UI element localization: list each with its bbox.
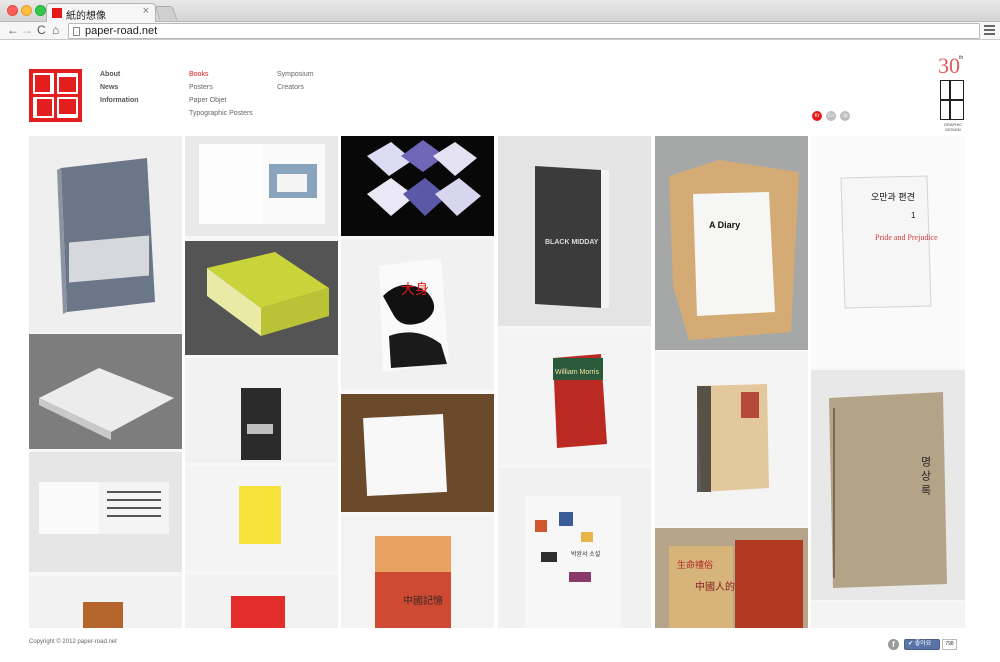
home-icon[interactable]: ⌂: [52, 23, 59, 38]
back-arrow-icon[interactable]: ←: [7, 23, 19, 38]
anniversary-caption: GRAPHIC DESIGN: [943, 122, 963, 132]
address-bar[interactable]: paper-road.net: [68, 23, 980, 39]
lang-jp-button[interactable]: Jp: [840, 111, 850, 121]
grid-tile[interactable]: 박완서 소설: [498, 468, 651, 628]
nav-extra: Symposium Creators: [277, 68, 314, 94]
site-logo[interactable]: [29, 69, 82, 122]
book-grid: 大身 中國記憶 BLACK MIDDAY William Morris 박완서 …: [29, 136, 965, 628]
grid-tile[interactable]: [811, 602, 965, 628]
zoom-window-button[interactable]: [35, 5, 46, 16]
grid-tile[interactable]: [29, 334, 182, 449]
anniversary-suffix: th: [959, 55, 964, 61]
grid-tile[interactable]: 오만과 편견 1 Pride and Prejudice: [811, 136, 965, 368]
grid-tile[interactable]: [185, 358, 338, 463]
reload-icon[interactable]: C: [37, 23, 46, 38]
browser-toolbar: ← → C ⌂ paper-road.net: [0, 22, 1000, 40]
anniversary-mark-icon: [940, 80, 964, 120]
grid-tile[interactable]: A Diary: [655, 136, 808, 350]
pride-volume: 1: [911, 211, 916, 220]
url-text[interactable]: paper-road.net: [85, 25, 157, 38]
grid-tile[interactable]: 大身: [341, 239, 494, 389]
grid-tile[interactable]: [29, 452, 182, 572]
lang-cn-button[interactable]: Cn: [826, 111, 836, 121]
anniversary-number: 30: [938, 53, 960, 78]
nav-primary: About News Information: [100, 68, 139, 107]
chinese-title: 中國人的: [695, 580, 735, 593]
nav-item-posters[interactable]: Posters: [189, 81, 253, 94]
grid-tile[interactable]: [185, 466, 338, 571]
book-grid-canvas: 大身 中國記憶 BLACK MIDDAY William Morris 박완서 …: [29, 136, 965, 628]
nav-item-creators[interactable]: Creators: [277, 81, 314, 94]
nav-item-books[interactable]: Books: [189, 68, 253, 81]
anniversary-logo[interactable]: 30 th GRAPHIC DESIGN: [938, 53, 968, 132]
tab-close-icon[interactable]: ×: [143, 5, 149, 17]
nav-item-news[interactable]: News: [100, 81, 139, 94]
nav-works: Books Posters Paper Objet Typographic Po…: [189, 68, 253, 120]
nav-item-symposium[interactable]: Symposium: [277, 68, 314, 81]
menu-icon[interactable]: [984, 25, 995, 35]
grid-tile[interactable]: 中國記憶: [341, 516, 494, 628]
grid-tile[interactable]: [29, 576, 182, 628]
pride-korean-title: 오만과 편견: [871, 191, 915, 202]
forward-arrow-icon[interactable]: →: [21, 23, 33, 38]
grid-tile[interactable]: [185, 241, 338, 355]
nav-item-paper-objet[interactable]: Paper Objet: [189, 94, 253, 107]
nav-item-about[interactable]: About: [100, 68, 139, 81]
grid-tile[interactable]: BLACK MIDDAY: [498, 136, 651, 326]
korean-book-title: 박완서 소설: [571, 550, 600, 558]
grid-tile[interactable]: [185, 574, 338, 628]
like-button[interactable]: ✔ 좋아요: [904, 639, 940, 650]
nav-item-information[interactable]: Information: [100, 94, 139, 107]
vertical-korean-title: 명 상 록: [919, 456, 931, 495]
grid-tile[interactable]: [655, 352, 808, 526]
pride-english-title: Pride and Prejudice: [875, 233, 938, 242]
grid-tile[interactable]: 生命禮俗 中國人的: [655, 528, 808, 628]
new-tab-button[interactable]: [154, 6, 178, 20]
footer-copyright: Copyright © 2012 paper-road.net: [29, 639, 117, 645]
browser-tab[interactable]: 紙的想像 ×: [46, 3, 156, 22]
daishin-title: 大身: [401, 281, 429, 297]
black-midday-title: BLACK MIDDAY: [545, 239, 599, 246]
like-count: 798: [942, 639, 957, 650]
favicon-icon: [52, 8, 62, 18]
close-window-button[interactable]: [7, 5, 18, 16]
grid-tile[interactable]: William Morris: [498, 329, 651, 465]
page: About News Information Books Posters Pap…: [0, 40, 1000, 662]
seimei-title: 生命禮俗: [677, 559, 713, 570]
page-icon: [73, 27, 80, 36]
lang-kr-button[interactable]: Kr: [812, 111, 822, 121]
minimize-window-button[interactable]: [21, 5, 32, 16]
grid-tile[interactable]: [341, 136, 494, 236]
browser-titlebar: 紙的想像 ×: [0, 0, 1000, 22]
a-diary-title: A Diary: [709, 220, 740, 230]
facebook-icon[interactable]: f: [888, 639, 899, 650]
kiroku-title: 中國記憶: [403, 594, 443, 607]
nav-item-typographic-posters[interactable]: Typographic Posters: [189, 107, 253, 120]
william-morris-title: William Morris: [555, 369, 599, 376]
grid-tile[interactable]: [341, 394, 494, 512]
grid-tile[interactable]: [185, 136, 338, 236]
grid-tile[interactable]: 명 상 록: [811, 370, 965, 600]
tab-title: 紙的想像: [66, 11, 106, 22]
grid-tile[interactable]: [29, 136, 182, 332]
